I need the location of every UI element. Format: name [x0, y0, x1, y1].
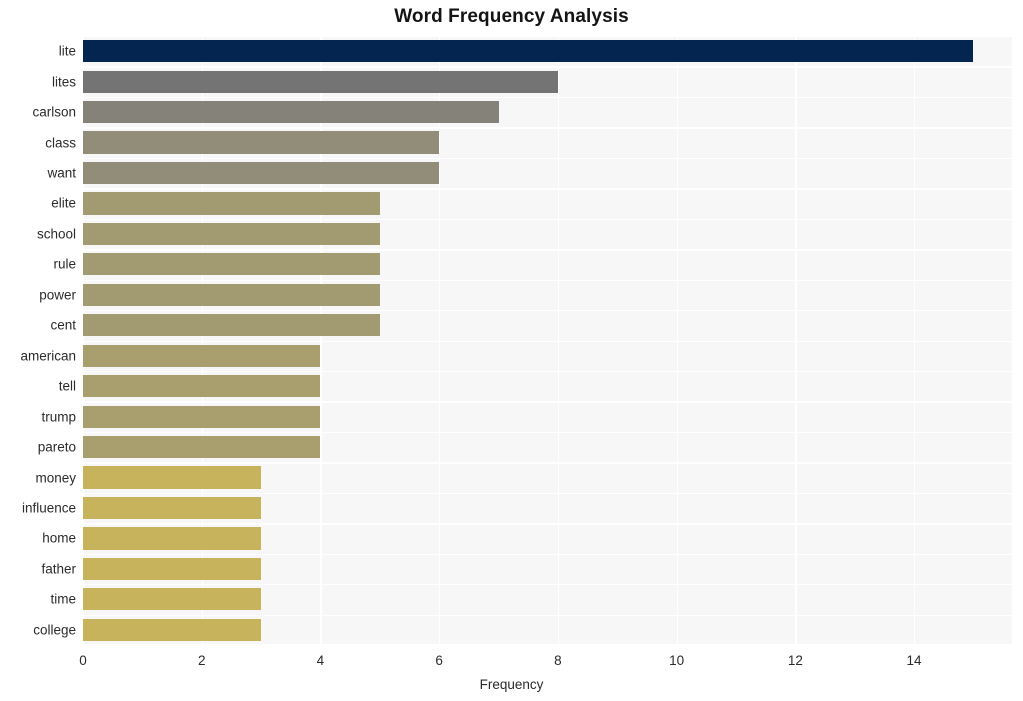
y-tick-label-time: time [50, 591, 76, 607]
row-separator [83, 249, 1012, 251]
bar-row[interactable] [83, 131, 1012, 154]
plot-area [83, 36, 1012, 645]
y-tick-label-lites: lites [51, 73, 76, 89]
bar-row[interactable] [83, 527, 1012, 550]
row-separator [83, 127, 1012, 129]
y-tick-label-want: want [47, 165, 76, 181]
x-axis: Frequency 0 2 4 6 8 10 12 14 [0, 645, 1023, 701]
bar-tell[interactable] [83, 375, 321, 398]
y-tick-label-college: college [33, 622, 76, 638]
bar-row[interactable] [83, 101, 1012, 124]
bar-row[interactable] [83, 466, 1012, 489]
bar-class[interactable] [83, 131, 440, 154]
bar-row[interactable] [83, 405, 1012, 428]
bar-influence[interactable] [83, 496, 262, 520]
bar-row[interactable] [83, 70, 1012, 93]
row-separator [83, 310, 1012, 312]
chart-figure: Word Frequency Analysis lite lites carlson… [0, 0, 1023, 701]
y-tick-label-money: money [35, 469, 76, 485]
bar-elite[interactable] [83, 192, 380, 215]
y-tick-label-american: american [20, 347, 76, 363]
bar-row[interactable] [83, 253, 1012, 276]
row-separator [83, 66, 1012, 68]
bar-rule[interactable] [83, 253, 380, 276]
y-tick-label-class: class [45, 134, 76, 150]
row-separator [83, 36, 1012, 38]
row-separator [83, 188, 1012, 190]
x-tick-label-14: 14 [906, 653, 922, 668]
bar-series [83, 36, 1012, 645]
bar-college[interactable] [83, 618, 262, 641]
bar-row[interactable] [83, 314, 1012, 337]
bar-row[interactable] [83, 435, 1012, 459]
bar-lites[interactable] [83, 70, 558, 93]
x-tick-label-6: 6 [435, 653, 443, 668]
bar-row[interactable] [83, 496, 1012, 520]
bar-row[interactable] [83, 192, 1012, 215]
row-separator [83, 584, 1012, 586]
y-axis: lite lites carlson class want elite school rule… [0, 36, 76, 645]
bar-row[interactable] [83, 344, 1012, 367]
row-separator [83, 401, 1012, 403]
x-axis-title: Frequency [479, 677, 544, 692]
bar-home[interactable] [83, 527, 262, 550]
bar-carlson[interactable] [83, 101, 499, 124]
y-tick-label-tell: tell [58, 378, 76, 394]
y-tick-label-pareto: pareto [37, 439, 76, 455]
y-tick-label-home: home [42, 530, 76, 546]
chart-title: Word Frequency Analysis [394, 6, 629, 27]
bar-row[interactable] [83, 375, 1012, 398]
bar-row[interactable] [83, 161, 1012, 185]
bar-row[interactable] [83, 40, 1012, 63]
y-tick-label-lite: lite [58, 43, 76, 59]
bar-money[interactable] [83, 466, 262, 489]
bar-want[interactable] [83, 161, 440, 185]
bar-pareto[interactable] [83, 435, 321, 459]
row-separator [83, 462, 1012, 464]
y-tick-label-elite: elite [51, 195, 76, 211]
row-separator [83, 553, 1012, 556]
y-tick-label-cent: cent [50, 317, 76, 333]
y-tick-label-power: power [39, 287, 76, 303]
bar-american[interactable] [83, 344, 321, 367]
row-separator [83, 96, 1012, 99]
x-tick-label-8: 8 [554, 653, 562, 668]
row-separator [83, 370, 1012, 373]
bar-row[interactable] [83, 618, 1012, 641]
row-separator [83, 218, 1012, 221]
bar-row[interactable] [83, 557, 1012, 580]
x-tick-label-4: 4 [316, 653, 325, 668]
x-tick-label-0: 0 [79, 653, 87, 668]
bar-row[interactable] [83, 588, 1012, 611]
x-tick-label-2: 2 [197, 653, 206, 668]
row-separator [83, 492, 1012, 495]
bar-row[interactable] [83, 222, 1012, 246]
y-tick-label-influence: influence [21, 500, 76, 516]
bar-lite[interactable] [83, 40, 974, 63]
y-tick-label-rule: rule [53, 256, 76, 272]
bar-cent[interactable] [83, 314, 380, 337]
bar-father[interactable] [83, 557, 262, 580]
bar-row[interactable] [83, 283, 1012, 306]
y-tick-label-carlson: carlson [32, 104, 76, 120]
bar-school[interactable] [83, 222, 380, 246]
bar-power[interactable] [83, 283, 380, 306]
row-separator [83, 157, 1012, 160]
y-tick-label-trump: trump [41, 408, 76, 424]
y-tick-label-father: father [41, 561, 76, 577]
bar-trump[interactable] [83, 405, 321, 428]
row-separator [83, 279, 1012, 281]
bar-time[interactable] [83, 588, 262, 611]
row-separator [83, 340, 1012, 342]
x-tick-label-10: 10 [669, 653, 685, 668]
row-separator [83, 431, 1012, 434]
y-tick-label-school: school [36, 226, 76, 242]
row-separator [83, 614, 1012, 616]
x-tick-label-12: 12 [787, 653, 803, 668]
row-separator [83, 523, 1012, 525]
